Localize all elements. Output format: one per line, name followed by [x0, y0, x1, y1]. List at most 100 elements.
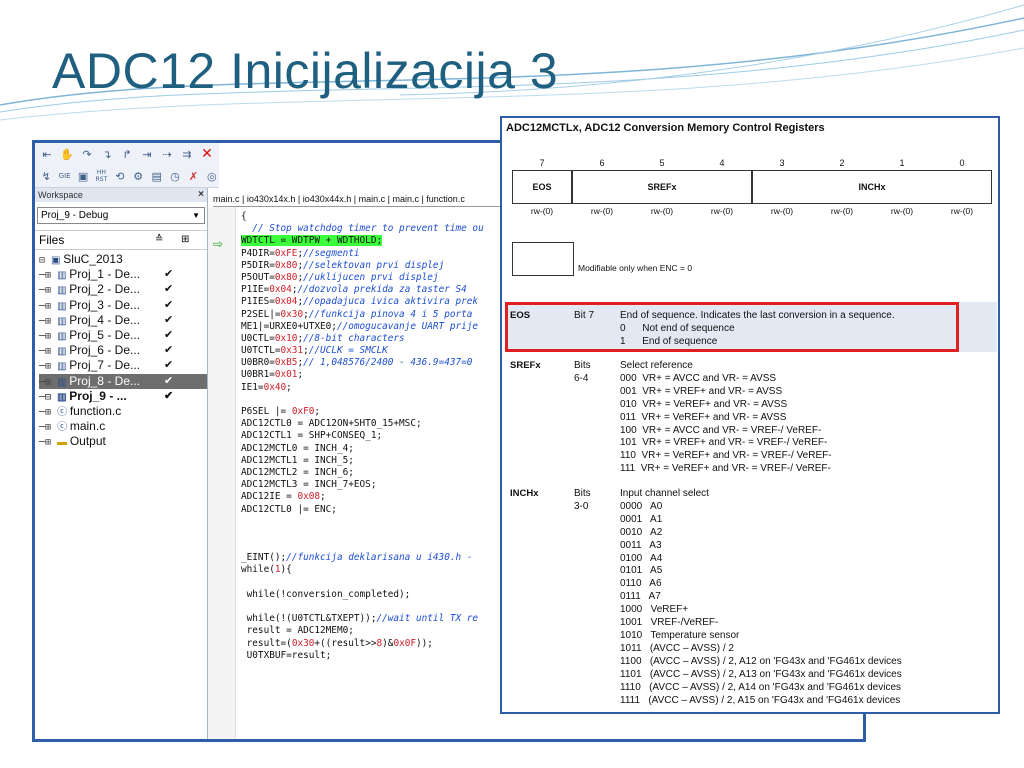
tree-expander-icon[interactable]: ─⊞: [39, 422, 57, 433]
editor-gutter: ⇨: [208, 207, 236, 739]
workspace-panel: Workspace × Proj_9 - Debug ▼ Files ≙ ⊞ ⊟…: [35, 188, 208, 739]
code-line: ADC12MCTL3 = INCH_7+EOS;: [241, 479, 377, 491]
folder-icon: ▥: [57, 285, 70, 297]
config-dropdown[interactable]: Proj_9 - Debug ▼: [37, 207, 205, 224]
tree-item[interactable]: ─⊞ ⓒ function.c: [39, 404, 207, 419]
options-icon[interactable]: ⊞: [181, 231, 189, 249]
indent-icon[interactable]: ⇤: [39, 148, 55, 161]
step-out-icon[interactable]: ↱: [119, 148, 135, 161]
tree-item[interactable]: ─⊞ ▥ Proj_2 - De... ✔: [39, 282, 207, 297]
tree-item[interactable]: ─⊞ ▥ Proj_5 - De... ✔: [39, 328, 207, 343]
watch-icon[interactable]: ◎: [205, 170, 219, 183]
code-editor[interactable]: { // Stop watchdog timer to prevent time…: [241, 211, 484, 662]
tree-expander-icon[interactable]: ─⊞: [39, 407, 57, 418]
tree-item[interactable]: ─⊞ ▥ Proj_8 - De... ✔: [39, 373, 207, 389]
tree-expander-icon[interactable]: ⊟: [39, 255, 51, 266]
memory-icon[interactable]: ▤: [149, 170, 163, 183]
tree-expander-icon[interactable]: ─⊞: [39, 346, 57, 357]
bit-number: 1: [899, 158, 905, 168]
checkmark-icon: ✔: [164, 359, 174, 372]
code-line: P1IE=0x04;//dozvola prekida za taster S4: [241, 284, 467, 296]
clear-breakpoints-icon[interactable]: ✗: [186, 170, 200, 183]
tree-expander-icon[interactable]: ─⊞: [39, 377, 57, 388]
tree-expander-icon[interactable]: ─⊞: [39, 437, 57, 448]
folder-icon: ▥: [57, 315, 70, 327]
tree-item-label: Proj_6 - De...: [69, 343, 140, 358]
code-line: while(!(U0TCTL&TXEPT));//wait until TX r…: [241, 613, 479, 625]
step-over-icon[interactable]: ↷: [79, 148, 95, 161]
bit-number: 0: [959, 158, 965, 168]
sort-icon[interactable]: ≙: [155, 231, 163, 249]
tree-item[interactable]: ─⊞ ▥ Proj_4 - De... ✔: [39, 313, 207, 328]
tree-item[interactable]: ─⊞ ▥ Proj_7 - De... ✔: [39, 358, 207, 373]
folder-icon: ▥: [57, 391, 70, 403]
reset-button[interactable]: HH RST: [94, 169, 108, 183]
files-label: Files: [39, 233, 65, 247]
code-line: P4DIR=0xFE;//segmenti: [241, 247, 360, 259]
tree-item-label: Proj_4 - De...: [69, 312, 140, 327]
tree-item-label: Proj_3 - De...: [69, 297, 140, 312]
gear-icon[interactable]: ⚙: [131, 170, 145, 183]
field-inchx: INCHx: [752, 170, 992, 204]
tree-expander-icon[interactable]: ─⊞: [39, 270, 57, 281]
c-file-icon: ⓒ: [57, 406, 70, 418]
tree-item[interactable]: ─⊞ ▥ Proj_6 - De... ✔: [39, 343, 207, 358]
tree-item-label: Proj_8 - De...: [69, 373, 140, 388]
tree-item[interactable]: ⊟ ▣ SluC_2013: [39, 252, 207, 267]
workspace-title: Workspace: [38, 190, 83, 200]
tree-item[interactable]: ─⊟ ▥ Proj_9 - ... ✔: [39, 389, 207, 404]
run-to-cursor-icon[interactable]: ⇢: [159, 148, 175, 161]
tree-expander-icon[interactable]: ─⊞: [39, 331, 57, 342]
rw-access: rw-(0): [650, 206, 674, 216]
rw-access: rw-(0): [830, 206, 854, 216]
rw-access: rw-(0): [950, 206, 974, 216]
timer-icon[interactable]: ◷: [168, 170, 182, 183]
stop-debug-icon[interactable]: ✕: [199, 146, 215, 162]
rw-access: rw-(0): [710, 206, 734, 216]
code-line: ADC12MCTL2 = INCH_6;: [241, 466, 354, 478]
tree-expander-icon[interactable]: ─⊞: [39, 285, 57, 296]
project-icon: ▣: [51, 255, 64, 266]
checkmark-icon: ✔: [164, 344, 174, 357]
hand-icon[interactable]: ✋: [59, 148, 75, 161]
code-line: ADC12CTL0 |= ENC;: [241, 503, 337, 515]
next-statement-icon[interactable]: ⇥: [139, 148, 155, 161]
tree-expander-icon[interactable]: ─⊞: [39, 301, 57, 312]
close-icon[interactable]: ×: [198, 188, 204, 202]
toolbar-top: ⇤ ✋ ↷ ↴ ↱ ⇥ ⇢ ⇉ ✕: [35, 143, 219, 166]
c-file-icon: ⓒ: [57, 422, 70, 434]
step-into-icon[interactable]: ↴: [99, 148, 115, 161]
inchx-description: Input channel select 0000 A0 0001 A1 001…: [620, 488, 902, 706]
rw-access: rw-(0): [770, 206, 794, 216]
editor-tabs[interactable]: main.c | io430x14x.h | io430x44x.h | mai…: [213, 192, 513, 207]
folder-icon: ▥: [57, 361, 70, 373]
register-layout: EOS SREFx INCHx: [512, 170, 992, 204]
tree-expander-icon[interactable]: ─⊞: [39, 361, 57, 372]
checkmark-icon: ✔: [164, 374, 174, 387]
tree-item[interactable]: ─⊞ ▥ Proj_1 - De... ✔: [39, 267, 207, 282]
tree-expander-icon[interactable]: ─⊞: [39, 316, 57, 327]
legend-text: Modifiable only when ENC = 0: [578, 263, 693, 273]
checkmark-icon: ✔: [164, 313, 174, 326]
code-line: P5DIR=0x80;//selektovan prvi displej: [241, 259, 445, 271]
folder-icon: ▥: [57, 376, 70, 388]
code-line: P2SEL|=0x30;//funkcija pinova 4 i 5 port…: [241, 308, 473, 320]
code-line: U0BR1=0x01;: [241, 369, 304, 381]
gie-button[interactable]: GIE: [57, 172, 71, 180]
register-title: ADC12MCTLx, ADC12 Conversion Memory Cont…: [506, 122, 825, 134]
break-icon[interactable]: ↯: [39, 170, 53, 183]
tree-expander-icon[interactable]: ─⊟: [39, 392, 57, 403]
checkmark-icon: ✔: [164, 389, 174, 402]
go-icon[interactable]: ⇉: [179, 148, 195, 161]
workspace-header: Workspace ×: [35, 188, 207, 202]
tree-item[interactable]: ─⊞ ▥ Proj_3 - De... ✔: [39, 298, 207, 313]
files-header: Files ≙ ⊞: [35, 230, 207, 250]
chip-icon[interactable]: ▣: [76, 170, 90, 183]
tree-item[interactable]: ─⊞ ⓒ main.c: [39, 419, 207, 434]
refresh-icon[interactable]: ⟲: [113, 170, 127, 183]
bit-number: 7: [539, 158, 545, 168]
tree-item[interactable]: ─⊞ ▬ Output: [39, 434, 207, 449]
